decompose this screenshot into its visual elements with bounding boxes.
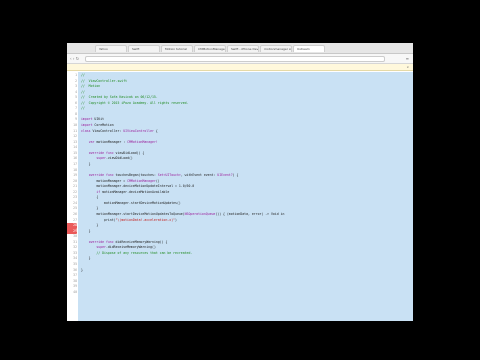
code-token: // Dispose of any resources that can be … <box>81 250 193 255</box>
line-number[interactable]: 40 <box>67 290 77 296</box>
code-token: UIEvent? <box>217 173 233 178</box>
code-token: override func <box>88 173 114 178</box>
browser-tab[interactable]: Swift - iPhone Dev <box>227 45 259 52</box>
code-token: super <box>96 245 106 250</box>
browser-tab[interactable]: Yahoo <box>95 45 127 52</box>
code-token: { <box>153 128 158 133</box>
code-line[interactable]: } <box>81 256 91 262</box>
code-token: () <box>155 178 160 183</box>
code-line[interactable]: // Copyright © 2015 iPozo Academy. All r… <box>81 101 188 107</box>
code-token: motionManager = <box>81 178 128 183</box>
code-token: // Copyright © 2015 iPozo Academy. All r… <box>81 100 189 105</box>
code-token: didReceiveMemoryWarning() { <box>113 239 168 244</box>
code-token: import <box>81 123 93 128</box>
line-number-gutter[interactable]: 1 2 3 4 5 6 7 8 9 10 11 12 13 14 15 16 17 18 19 20 21 22 23 24 2… <box>67 72 78 321</box>
code-token: { <box>81 195 99 200</box>
code-token: CMMotionManager <box>127 178 156 183</box>
code-line[interactable]: // Dispose of any resources that can be … <box>81 251 192 257</box>
code-token: NSOperationQueue <box>184 212 216 216</box>
code-token: motionManager.startDeviceMotionUpdatesTo… <box>81 212 185 216</box>
code-token: super <box>96 156 106 161</box>
code-token: // <box>81 106 85 111</box>
code-token: } <box>81 228 91 233</box>
code-token: print( <box>81 217 116 222</box>
code-token: "\(motionData!.acceleration.x)" <box>115 217 176 222</box>
browser-tab[interactable]: CMMotionManager <box>194 45 226 52</box>
code-token: motionManager.startDeviceMotionUpdates() <box>81 200 181 205</box>
code-token: // <box>81 73 85 77</box>
code-token: motionManager.deviceMotionUpdateInterval… <box>81 184 195 189</box>
browser-tab-bar: Yahoo Swift Motion tutorial CMMotionManager… <box>67 43 413 54</box>
code-token: .didReceiveMemoryWarning() <box>105 245 156 250</box>
code-token: , withEvent event: <box>180 173 218 178</box>
code-token: // ViewController.swift <box>81 78 128 83</box>
code-token: // <box>81 89 85 94</box>
code-line[interactable]: // <box>81 106 85 112</box>
selected-code-area[interactable]: //// ViewController.swift// Motion//// C… <box>78 72 413 321</box>
code-token: CoreMotion <box>92 123 114 128</box>
code-token: ViewController: <box>90 128 124 133</box>
code-editor[interactable]: 1 2 3 4 5 6 7 8 9 10 11 12 13 14 15 16 17 18 19 20 21 22 23 24 2… <box>67 72 413 321</box>
code-token: motionManager.deviceMotionAvailable <box>100 189 170 194</box>
code-line[interactable]: } <box>81 162 91 168</box>
code-token: touchesBegan(touches: <box>113 173 158 178</box>
browser-tab[interactable]: Swift <box>128 45 160 52</box>
screen-recording-area: Yahoo Swift Motion tutorial CMMotionManager… <box>67 43 413 321</box>
code-token: } <box>81 206 99 211</box>
code-line[interactable]: } <box>81 268 83 274</box>
code-token: } <box>81 267 83 272</box>
code-token: CMMotionManager! <box>127 139 158 144</box>
code-token: ) { <box>232 173 239 178</box>
code-token: motionManager : <box>94 139 128 144</box>
code-line[interactable]: } <box>81 229 91 235</box>
info-bar: × <box>67 64 413 71</box>
browser-tab[interactable]: Ustream <box>293 45 325 52</box>
browser-address-bar: ‹ › ↻ ≡ <box>67 54 413 64</box>
code-token: viewDidLoad() { <box>113 150 145 155</box>
code-token: override func <box>88 150 114 155</box>
url-input[interactable] <box>85 55 385 62</box>
code-token: ()) { (motionData, error) -> Void in <box>215 212 285 216</box>
code-token: } <box>81 223 99 228</box>
code-token: ) <box>175 217 177 222</box>
code-token: override func <box>88 239 114 244</box>
code-line[interactable]: class ViewController: UIViewController { <box>81 129 158 135</box>
menu-icon[interactable]: ≡ <box>406 56 409 61</box>
code-line[interactable]: var motionManager : CMMotionManager! <box>81 140 158 146</box>
code-token: } <box>81 161 91 166</box>
code-token: UIKit <box>92 117 105 122</box>
info-bar-close-icon[interactable]: × <box>406 64 409 71</box>
code-token: class <box>81 128 91 133</box>
browser-tab[interactable]: Motion tutorial <box>161 45 193 52</box>
code-token: // Created by Sofa Kasicak on 06/12/15. <box>81 95 158 100</box>
code-token: Set<UITouch> <box>157 173 181 178</box>
breakpoint-marker[interactable]: 28 <box>67 223 77 229</box>
code-token: import <box>81 117 93 122</box>
code-token: UIViewController <box>123 128 154 133</box>
code-token: } <box>81 256 91 261</box>
browser-tab[interactable]: motionmanager swift <box>260 45 292 52</box>
code-token: .viewDidLoad() <box>105 156 133 161</box>
code-token: // Motion <box>81 84 101 89</box>
nav-buttons[interactable]: ‹ › ↻ <box>70 56 79 61</box>
